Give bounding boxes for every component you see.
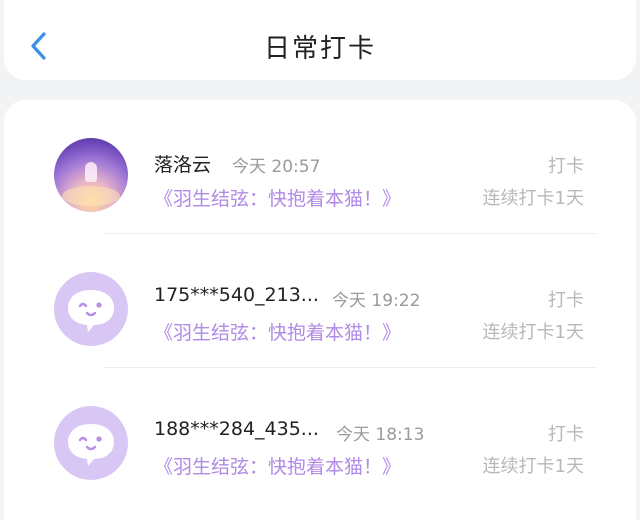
checkin-list: 落洛云 今天 20:57 《羽生结弦：快抱着本猫！》 打卡 连续打卡1天 175… xyxy=(4,100,636,520)
streak-count: 连续打卡1天 xyxy=(482,188,584,209)
checkin-time: 今天 19:22 xyxy=(332,291,421,311)
avatar[interactable] xyxy=(54,138,128,212)
checkin-label: 打卡 xyxy=(548,424,584,445)
avatar[interactable] xyxy=(54,406,128,480)
user-nickname[interactable]: 188***284_435... xyxy=(154,418,319,440)
checkin-row[interactable]: 175***540_213... 今天 19:22 《羽生结弦：快抱着本猫！》 … xyxy=(4,234,636,368)
checkin-label: 打卡 xyxy=(548,156,584,177)
user-nickname[interactable]: 175***540_213... xyxy=(154,284,319,306)
chat-bubble-face-icon xyxy=(68,290,114,332)
avatar-photo-glow xyxy=(62,186,120,206)
avatar-photo-figure xyxy=(85,162,97,182)
avatar[interactable] xyxy=(54,272,128,346)
book-title-link[interactable]: 《羽生结弦：快抱着本猫！》 xyxy=(154,184,401,211)
user-nickname[interactable]: 落洛云 xyxy=(154,150,211,177)
checkin-row[interactable]: 188***284_435... 今天 18:13 《羽生结弦：快抱着本猫！》 … xyxy=(4,368,636,502)
book-title-link[interactable]: 《羽生结弦：快抱着本猫！》 xyxy=(154,318,401,345)
page-title: 日常打卡 xyxy=(263,34,376,64)
checkin-time: 今天 20:57 xyxy=(232,157,321,177)
checkin-label: 打卡 xyxy=(548,290,584,311)
checkin-time: 今天 18:13 xyxy=(336,425,425,445)
chat-bubble-face-icon xyxy=(68,424,114,466)
checkin-row[interactable]: 落洛云 今天 20:57 《羽生结弦：快抱着本猫！》 打卡 连续打卡1天 xyxy=(4,100,636,234)
streak-count: 连续打卡1天 xyxy=(482,456,584,477)
top-bar: 日常打卡 xyxy=(4,0,636,80)
book-title-link[interactable]: 《羽生结弦：快抱着本猫！》 xyxy=(154,452,401,479)
streak-count: 连续打卡1天 xyxy=(482,322,584,343)
